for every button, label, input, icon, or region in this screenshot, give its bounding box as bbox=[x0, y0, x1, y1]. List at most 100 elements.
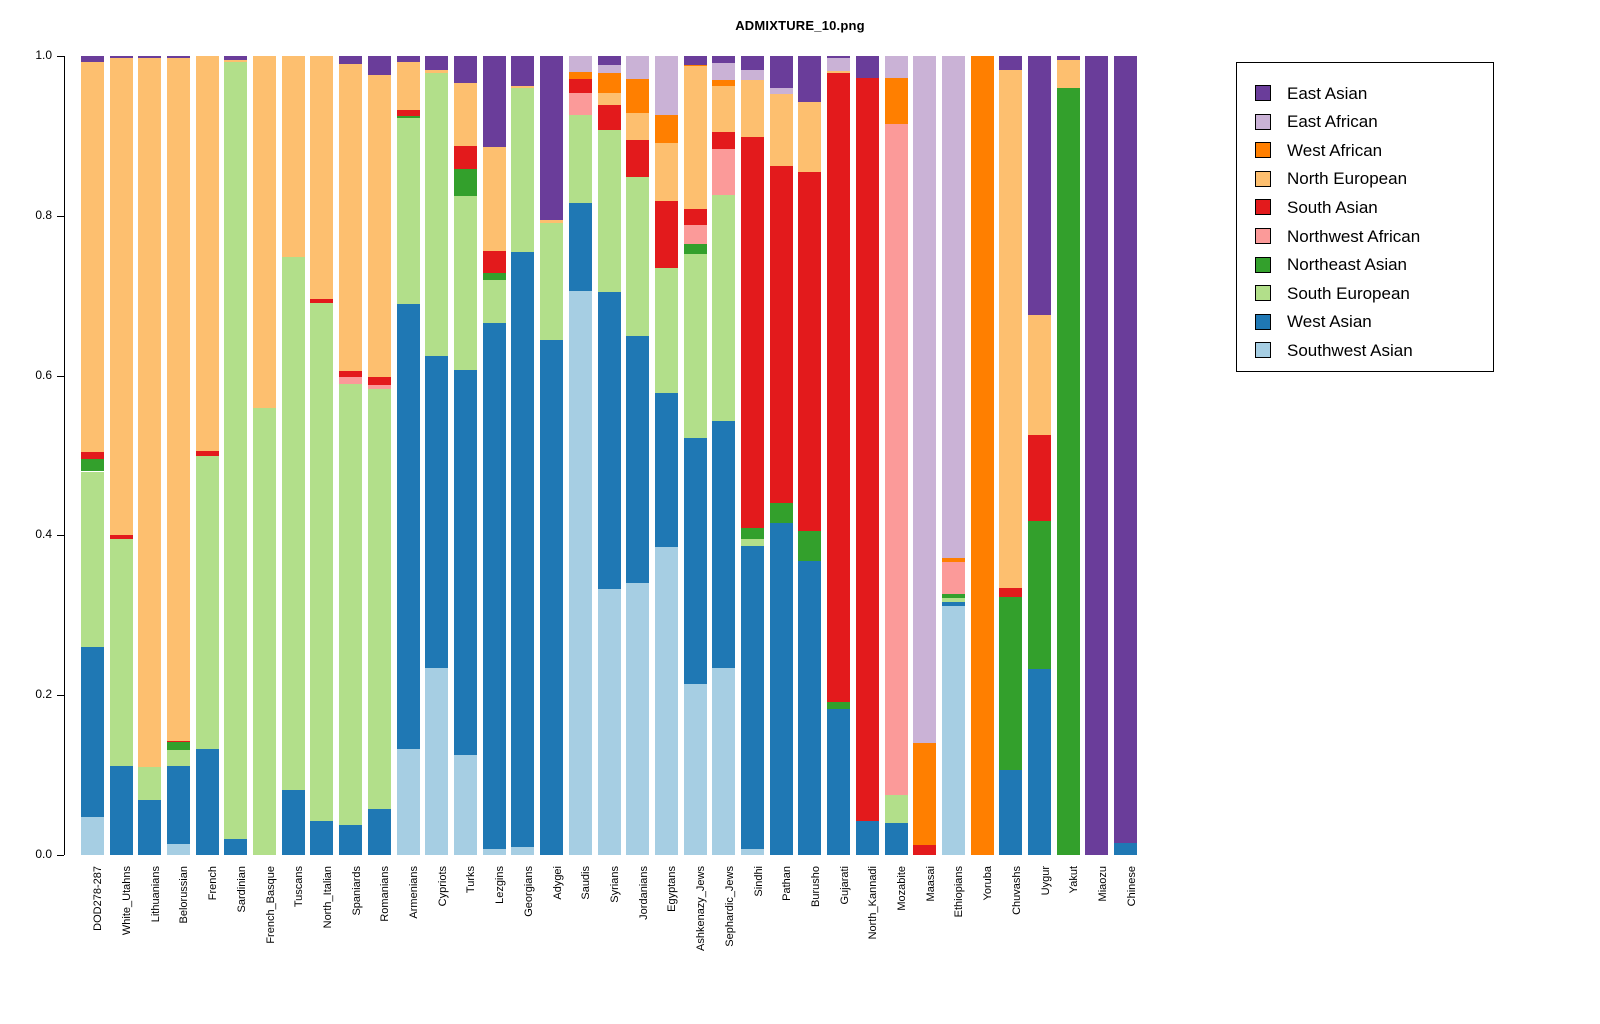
bar-segment bbox=[253, 407, 277, 855]
bar-segment bbox=[367, 808, 391, 855]
legend-item[interactable]: North European bbox=[1255, 165, 1407, 193]
stacked-bar[interactable] bbox=[884, 56, 908, 855]
bar-segment bbox=[138, 799, 162, 855]
stacked-bar[interactable] bbox=[109, 56, 133, 855]
bar-segment bbox=[281, 56, 305, 258]
x-axis-label: Yoruba bbox=[982, 866, 995, 901]
stacked-bar[interactable] bbox=[166, 56, 190, 855]
bar-segment bbox=[453, 195, 477, 371]
stacked-bar[interactable] bbox=[453, 56, 477, 855]
stacked-bar[interactable] bbox=[683, 56, 707, 855]
stacked-bar[interactable] bbox=[855, 56, 879, 855]
bar-segment bbox=[999, 587, 1023, 598]
legend-item[interactable]: Northwest African bbox=[1255, 222, 1420, 250]
stacked-bar[interactable] bbox=[367, 56, 391, 855]
stacked-bar[interactable] bbox=[253, 56, 277, 855]
stacked-bar[interactable] bbox=[769, 56, 793, 855]
bar-segment bbox=[712, 132, 736, 149]
x-axis-label: Spaniards bbox=[350, 866, 363, 916]
bar-segment bbox=[396, 748, 420, 855]
stacked-bar[interactable] bbox=[310, 56, 334, 855]
stacked-bar[interactable] bbox=[281, 56, 305, 855]
bar-segment bbox=[166, 742, 190, 751]
stacked-bar[interactable] bbox=[224, 56, 248, 855]
bar-segment bbox=[1028, 56, 1052, 315]
x-axis-label: Tuscans bbox=[293, 866, 306, 908]
bar-segment bbox=[683, 65, 707, 66]
stacked-bar[interactable] bbox=[827, 56, 851, 855]
bar-segment bbox=[511, 85, 535, 88]
x-axis-label: Belorussian bbox=[178, 866, 191, 924]
stacked-bar[interactable] bbox=[138, 56, 162, 855]
stacked-bar[interactable] bbox=[626, 56, 650, 855]
bar-segment bbox=[109, 539, 133, 766]
stacked-bar[interactable] bbox=[941, 56, 965, 855]
bar-segment bbox=[367, 389, 391, 809]
stacked-bar[interactable] bbox=[999, 56, 1023, 855]
stacked-bar[interactable] bbox=[1114, 56, 1138, 855]
stacked-bar[interactable] bbox=[195, 56, 219, 855]
stacked-bar[interactable] bbox=[741, 56, 764, 855]
bar-segment bbox=[511, 87, 535, 252]
legend-item[interactable]: South European bbox=[1255, 279, 1410, 307]
x-axis-label-slot: Chuvashs bbox=[999, 866, 1023, 1016]
stacked-bar[interactable] bbox=[425, 56, 449, 855]
stacked-bar[interactable] bbox=[339, 56, 363, 855]
bar-segment bbox=[253, 56, 277, 408]
bar-segment bbox=[568, 290, 592, 855]
legend-item[interactable]: Northeast Asian bbox=[1255, 251, 1407, 279]
x-axis-label-slot: Adygei bbox=[540, 866, 564, 1016]
legend-item[interactable]: Southwest Asian bbox=[1255, 336, 1413, 364]
x-axis-labels: DOD278-287 White_Utahns Lithuanians Belorus… bbox=[78, 866, 1140, 1016]
bar-segment bbox=[855, 820, 879, 855]
stacked-bar[interactable] bbox=[654, 56, 678, 855]
stacked-bar[interactable] bbox=[1028, 56, 1052, 855]
legend-swatch-icon bbox=[1255, 256, 1271, 273]
admixture-plot-page: ADMIXTURE_10.png 0.0 0.2 0.4 0.6 0.8 1.0 DOD2… bbox=[0, 0, 1600, 1024]
bar-segment bbox=[683, 208, 707, 225]
bar-segment bbox=[884, 56, 908, 78]
y-axis-tick-label: 0.6 bbox=[35, 367, 52, 382]
y-axis-tick bbox=[57, 695, 64, 697]
legend-item[interactable]: South Asian bbox=[1255, 193, 1378, 221]
stacked-bar[interactable] bbox=[970, 56, 994, 855]
x-axis-label-slot: Maasai bbox=[913, 866, 937, 1016]
stacked-bar[interactable] bbox=[712, 56, 736, 855]
bar-segment bbox=[540, 223, 564, 340]
legend-item[interactable]: East African bbox=[1255, 108, 1378, 136]
legend-item[interactable]: East Asian bbox=[1255, 79, 1367, 107]
stacked-bar[interactable] bbox=[511, 56, 535, 855]
legend-item[interactable]: West Asian bbox=[1255, 308, 1372, 336]
bar-segment bbox=[482, 56, 506, 148]
stacked-bar[interactable] bbox=[540, 56, 564, 855]
bar-segment bbox=[568, 203, 592, 291]
bar-segment bbox=[109, 535, 133, 540]
x-axis-label-slot: Sindhi bbox=[741, 866, 765, 1016]
stacked-bar[interactable] bbox=[1056, 56, 1080, 855]
x-axis-label: Sardinian bbox=[235, 866, 248, 913]
stacked-bar[interactable] bbox=[482, 56, 506, 855]
bar-segment bbox=[884, 823, 908, 855]
stacked-bar[interactable] bbox=[1085, 56, 1109, 855]
stacked-bar[interactable] bbox=[597, 56, 621, 855]
bar-segment bbox=[626, 583, 650, 855]
x-axis-label-slot: Georgians bbox=[511, 866, 535, 1016]
x-axis-label-slot: Chinese bbox=[1114, 866, 1138, 1016]
stacked-bar[interactable] bbox=[913, 56, 937, 855]
stacked-bar[interactable] bbox=[80, 56, 104, 855]
stacked-bar[interactable] bbox=[396, 56, 420, 855]
bar-segment bbox=[654, 393, 678, 547]
legend-item[interactable]: West African bbox=[1255, 136, 1382, 164]
y-axis-tick bbox=[57, 855, 64, 856]
bar-segment bbox=[281, 257, 305, 791]
page-title: ADMIXTURE_10.png bbox=[735, 18, 865, 33]
stacked-bar[interactable] bbox=[798, 56, 822, 855]
bar-segment bbox=[683, 224, 707, 244]
x-axis-label-slot: North_Italian bbox=[310, 866, 334, 1016]
bar-segment bbox=[396, 118, 420, 304]
bar-segment bbox=[597, 56, 621, 65]
bar-segment bbox=[80, 61, 104, 452]
stacked-bar[interactable] bbox=[568, 56, 592, 855]
x-axis-label: Sindhi bbox=[752, 866, 765, 897]
legend: East Asian East African West African North … bbox=[1236, 62, 1494, 372]
